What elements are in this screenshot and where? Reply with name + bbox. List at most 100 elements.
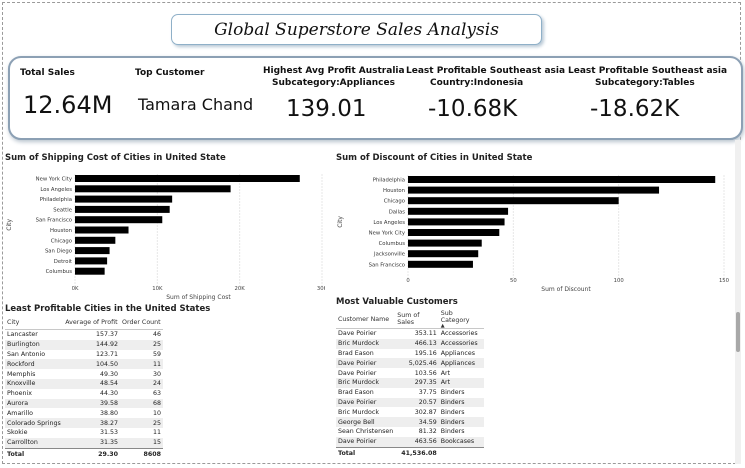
table-row[interactable]: Bric Murdock 297.35 Art [336, 377, 484, 388]
column-header[interactable]: Order Count [120, 316, 163, 330]
table-cell: Binders [438, 417, 484, 427]
table-cell: Appliances [440, 349, 476, 357]
table-cell: George Bell [336, 417, 396, 427]
bar[interactable] [75, 195, 173, 203]
category-label: Jacksonville [373, 252, 405, 258]
table-cell: Brad Eason [338, 389, 374, 397]
discount-chart[interactable]: Philadelphia Houston Chicago Dallas Los Ange… [334, 166, 731, 296]
page-title: Global Superstore Sales Analysis [214, 19, 499, 40]
table-row[interactable]: Carrollton 31.35 15 [5, 437, 163, 449]
bar[interactable] [408, 186, 660, 194]
column-header[interactable]: Average of Profit [63, 316, 121, 330]
table-total-row: Total 41,536.08 [336, 446, 484, 459]
table-row[interactable]: Dave Poirier 20.57 Binders [336, 397, 484, 408]
category-label: Dallas [389, 209, 406, 215]
table-cell: Art [440, 369, 451, 377]
column-header[interactable]: Sub Category ▲ [438, 310, 484, 329]
table-cell: Dave Poirier [338, 330, 377, 338]
table-cell: 59 [152, 350, 161, 358]
table-row[interactable]: Knoxville 48.54 24 [5, 378, 163, 389]
table-row[interactable]: Rockford 104.50 11 [5, 359, 163, 370]
table-row[interactable]: Amarillo 38.80 10 [5, 408, 163, 418]
bar[interactable] [408, 229, 500, 236]
table-row[interactable]: Lancaster 157.37 46 [5, 330, 163, 340]
table-row[interactable]: George Bell 34.59 Binders [336, 417, 484, 427]
bar[interactable] [75, 205, 170, 213]
table-total-row: Total 29.30 8608 [5, 447, 163, 460]
table-row[interactable]: Memphis 49.30 30 [5, 369, 163, 379]
category-label: Chicago [51, 238, 72, 244]
table-row[interactable]: Brad Eason 37.75 Binders [336, 388, 484, 398]
category-label: Columbus [46, 269, 73, 275]
table-cell: Bookcases [438, 436, 484, 448]
kpi-value: -18.62K [590, 96, 680, 122]
table-cell: 34.59 [395, 417, 439, 427]
tick-label: 20K [235, 286, 246, 292]
table-cell: Skokie [7, 429, 28, 437]
table-row[interactable]: Bric Murdock 466.13 Accessories [336, 338, 484, 349]
bar[interactable] [408, 250, 479, 258]
column-header[interactable]: Sum of Sales [395, 310, 439, 329]
table-total-cell: 29.30 [63, 447, 121, 460]
bar[interactable] [75, 175, 300, 182]
column-header[interactable]: City [5, 316, 64, 330]
bar[interactable] [75, 247, 110, 255]
y-axis-label: City [337, 216, 344, 228]
table-row[interactable]: Dave Poirier 103.56 Art [336, 368, 484, 378]
table-row[interactable]: Skokie 31.53 11 [5, 428, 163, 438]
shipping-cost-chart[interactable]: New York City Los Angeles Philadelphia Seat… [0, 166, 325, 306]
title-banner: Global Superstore Sales Analysis [171, 14, 542, 45]
bar[interactable] [408, 176, 716, 183]
table-cell: 31.53 [100, 429, 119, 437]
bar[interactable] [75, 226, 129, 234]
bar[interactable] [75, 267, 105, 275]
category-label: San Diego [45, 249, 72, 255]
tick-label: 50 [510, 278, 517, 284]
sort-ascending-icon: ▲ [440, 323, 445, 329]
table-cell: 30 [152, 370, 161, 378]
category-label: Houston [50, 228, 72, 234]
bar[interactable] [408, 239, 482, 247]
tick-label: 10K [152, 286, 163, 292]
table-row[interactable]: Colorado Springs 38.27 25 [5, 418, 163, 428]
category-label: New York City [369, 231, 405, 237]
bar[interactable] [75, 236, 116, 244]
x-axis-label: Sum of Discount [541, 286, 591, 293]
cities-table[interactable]: City Average of Profit Order Count Lanca… [5, 316, 163, 460]
table-cell: Carrollton [5, 437, 64, 449]
column-header[interactable]: Customer Name [336, 310, 396, 329]
bar[interactable] [75, 185, 231, 193]
table-cell: 144.92 [63, 339, 121, 350]
table-total-cell: 8608 [120, 447, 163, 460]
table-cell: Dave Poirier [336, 397, 396, 408]
table-row[interactable]: Brad Eason 195.16 Appliances [336, 349, 484, 359]
table-row[interactable]: Sean Christensen 81.32 Binders [336, 427, 484, 437]
table-cell: Dave Poirier [336, 436, 396, 448]
table-cell: 11 [152, 429, 161, 437]
table-row[interactable]: Bric Murdock 302.87 Binders [336, 407, 484, 417]
table-cell: 466.13 [395, 338, 439, 349]
kpi-value: 12.64M [23, 91, 113, 119]
scrollbar-thumb[interactable] [736, 312, 740, 352]
table-row[interactable]: Dave Poirier 5,025.46 Appliances [336, 358, 484, 369]
table-cell: Bric Murdock [336, 338, 396, 349]
table-row[interactable]: Phoenix 44.30 63 [5, 389, 163, 399]
bar[interactable] [75, 216, 163, 224]
table-cell: 68 [120, 398, 163, 409]
customers-table[interactable]: Customer Name Sum of Sales Sub Category ▲… [336, 310, 484, 459]
table-row[interactable]: Burlington 144.92 25 [5, 339, 163, 350]
kpi-label: Subcategory:Tables [595, 78, 695, 88]
table-row[interactable]: Dave Poirier 463.56 Bookcases [336, 436, 484, 448]
bar[interactable] [408, 218, 505, 226]
table-row[interactable]: San Antonio 123.71 59 [5, 350, 163, 360]
table-row[interactable]: Dave Poirier 353.11 Accessories [336, 329, 484, 339]
table-cell: 15 [120, 437, 163, 449]
bar[interactable] [408, 260, 473, 268]
y-axis-label: City [6, 219, 13, 231]
bar[interactable] [75, 257, 108, 265]
bar[interactable] [408, 207, 509, 215]
tick-label: 0 [406, 278, 410, 284]
tick-label: 150 [719, 278, 730, 284]
bar[interactable] [408, 197, 619, 205]
table-row[interactable]: Aurora 39.58 68 [5, 398, 163, 409]
